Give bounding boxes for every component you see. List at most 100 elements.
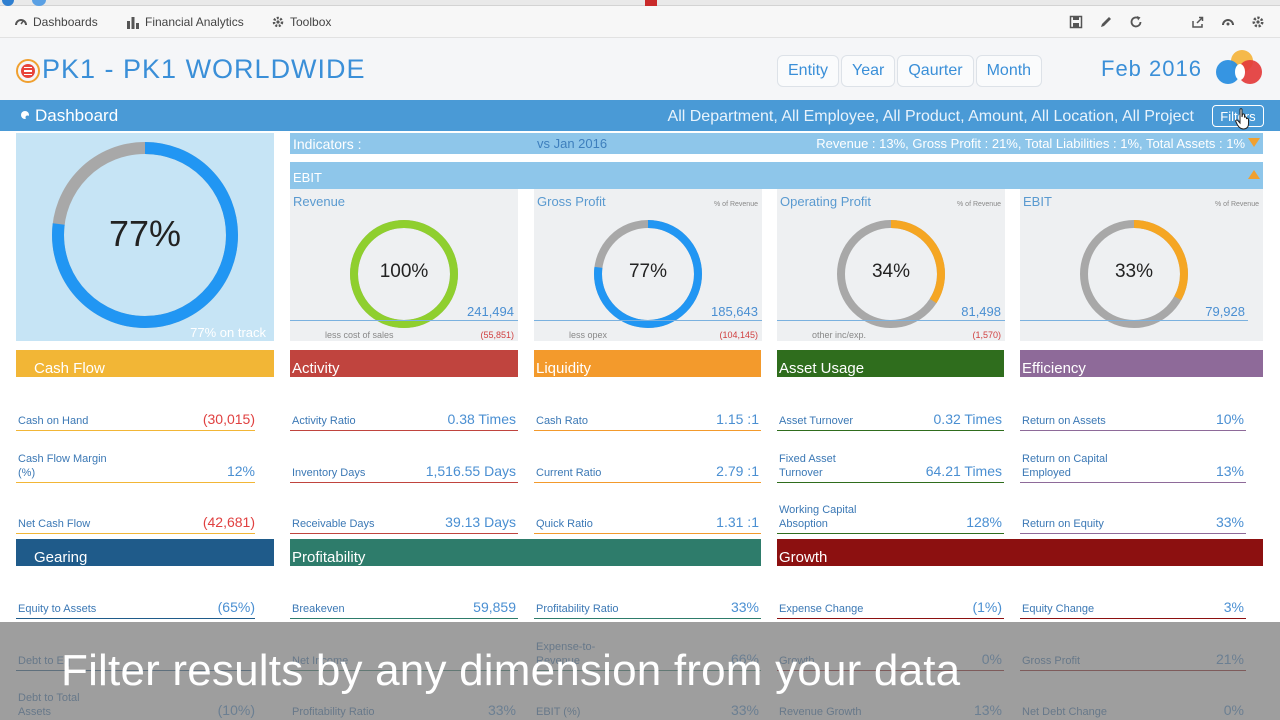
kpi-amount: 81,498 — [961, 304, 1001, 319]
metric-label: Inventory Days — [292, 466, 366, 479]
kpi-title: Operating Profit — [780, 194, 872, 209]
caption-text: Filter results by any dimension from you… — [61, 646, 961, 695]
metric-label: Expense Change — [779, 603, 864, 615]
kpi-card-revenue[interactable]: Revenue 100% 241,494 less cost of sales … — [290, 189, 518, 341]
period-button-quarter[interactable]: Qaurter — [897, 55, 974, 87]
metric-row[interactable]: Activity Ratio 0.38 Times — [290, 379, 518, 431]
metric-label: Fixed Asset Turnover — [779, 452, 836, 479]
metric-value: 39.13 Days — [445, 514, 516, 530]
metric-value: 13% — [1215, 462, 1244, 479]
metric-label: Current Ratio — [536, 466, 602, 479]
metric-row[interactable]: Current Ratio 2.79 :1 — [534, 431, 761, 483]
metric-row[interactable]: Cash Rato 1.15 :1 — [534, 379, 761, 431]
gauge-icon — [15, 19, 27, 26]
metric-value: 2.79 :1 — [716, 462, 759, 479]
metric-row[interactable]: Working Capital Absoption 128% — [777, 482, 1004, 534]
section-liquidity[interactable]: Liquidity — [534, 350, 761, 377]
metric-row[interactable]: Net Cash Flow (42,681) — [0, 482, 274, 534]
settings-icon[interactable] — [1250, 14, 1266, 30]
metric-row[interactable]: Receivable Days 39.13 Days — [290, 482, 518, 534]
warning-arrow-icon[interactable] — [1248, 170, 1260, 179]
metric-row[interactable]: Cash on Hand (30,015) — [0, 379, 274, 431]
speed-icon[interactable] — [1220, 14, 1236, 30]
refresh-icon[interactable] — [1128, 14, 1144, 30]
metric-label: Return on Equity — [1022, 518, 1104, 530]
metric-value: 10% — [1215, 411, 1244, 427]
section-cash-flow[interactable]: Cash Flow — [16, 350, 274, 377]
menu-toolbox[interactable]: Toolbox — [271, 6, 331, 38]
metric-row[interactable]: Quick Ratio 1.31 :1 — [534, 482, 761, 534]
menu-dashboards[interactable]: Dashboards — [14, 6, 98, 38]
period-button-month[interactable]: Month — [975, 55, 1043, 87]
metric-label: Return on Assets — [1022, 415, 1106, 427]
metric-row[interactable]: Equity Change 3% — [1020, 567, 1246, 619]
metric-row[interactable]: Return on Capital Employed 13% — [1020, 431, 1246, 483]
collapse-arrow-icon[interactable] — [1248, 138, 1260, 147]
toolbar-actions — [1068, 6, 1266, 38]
kpi-amount: 241,494 — [467, 304, 514, 319]
section-efficiency[interactable]: Efficiency — [1020, 350, 1263, 377]
filter-summary: All Department, All Employee, All Produc… — [667, 108, 1194, 125]
app-root: Dashboards Financial Analytics Toolbox P… — [0, 0, 1280, 720]
kpi-card-ebit[interactable]: EBIT % of Revenue 33% 79,928 — [1020, 189, 1263, 341]
dashboard-bar: Dashboard All Department, All Employee, … — [0, 100, 1280, 131]
metric-row[interactable]: Expense Change (1%) — [777, 567, 1004, 619]
metric-row[interactable]: Inventory Days 1,516.55 Days — [290, 431, 518, 483]
period-selector: Entity Year Qaurter Month — [777, 55, 1043, 87]
indicators-bar: Indicators : vs Jan 2016 Revenue : 13%, … — [290, 133, 1263, 154]
metric-row[interactable]: Equity to Assets (65%) — [0, 567, 274, 619]
metric-value: (42,681) — [202, 514, 255, 530]
metric-value: 33% — [730, 599, 759, 615]
kpi-note: other inc/exp. — [812, 330, 867, 340]
edit-icon[interactable] — [1098, 14, 1114, 30]
menu-dashboards-label: Dashboards — [33, 15, 98, 29]
metric-row[interactable]: Cash Flow Margin (%) 12% — [0, 431, 274, 483]
hand-cursor-icon — [1235, 108, 1249, 130]
ebit-bar: EBIT — [290, 162, 1263, 189]
metric-value: 0.32 Times — [933, 411, 1002, 427]
metric-label: Activity Ratio — [292, 415, 356, 427]
metric-value: 1.15 :1 — [716, 411, 759, 427]
metric-label: Asset Turnover — [779, 415, 853, 427]
kpi-percent: 77% — [628, 261, 668, 282]
page-title: PK1 - PK1 WORLDWIDE — [42, 54, 366, 84]
period-button-year[interactable]: Year — [841, 55, 896, 87]
kpi-note-value: (104,145) — [719, 330, 758, 340]
save-icon[interactable] — [1068, 14, 1084, 30]
section-growth[interactable]: Growth — [777, 539, 1263, 566]
kpi-divider — [290, 320, 518, 321]
kpi-title: Revenue — [293, 194, 346, 209]
share-icon[interactable] — [1190, 14, 1206, 30]
metric-row[interactable]: Return on Equity 33% — [1020, 482, 1246, 534]
kpi-amount: 79,928 — [1205, 304, 1245, 319]
menu-financial-analytics[interactable]: Financial Analytics — [126, 6, 244, 38]
metric-row[interactable]: Return on Assets 10% — [1020, 379, 1246, 431]
metric-label: Profitability Ratio — [536, 603, 619, 615]
metric-value: 64.21 Times — [925, 462, 1002, 479]
section-profitability[interactable]: Profitability — [290, 539, 761, 566]
kpi-divider — [777, 320, 1005, 321]
menu-toggle-icon[interactable] — [16, 59, 40, 83]
on-track-caption: 77% on track — [190, 325, 266, 340]
kpi-percent: 34% — [871, 261, 911, 282]
metric-label: Breakeven — [292, 603, 345, 615]
kpi-subtitle: % of Revenue — [714, 201, 758, 208]
kpi-card-operating-profit[interactable]: Operating Profit % of Revenue 34% 81,498… — [777, 189, 1005, 341]
metric-row[interactable]: Profitability Ratio 33% — [534, 567, 761, 619]
kpi-card-gross-profit[interactable]: Gross Profit % of Revenue 77% 185,643 le… — [534, 189, 762, 341]
metric-value: 1,516.55 Days — [425, 462, 516, 479]
metric-row[interactable]: Fixed Asset Turnover 64.21 Times — [777, 431, 1004, 483]
period-button-entity[interactable]: Entity — [777, 55, 840, 87]
metric-value: (30,015) — [202, 411, 255, 427]
brand-logo-icon — [1216, 50, 1262, 84]
metric-value: 33% — [1215, 514, 1244, 530]
app-toolbar: Dashboards Financial Analytics Toolbox — [0, 6, 1280, 38]
metric-value: (65%) — [217, 599, 255, 615]
metric-row[interactable]: Breakeven 59,859 — [290, 567, 518, 619]
indicators-label: Indicators : — [293, 136, 362, 152]
section-gearing[interactable]: Gearing — [16, 539, 274, 566]
metric-label: Equity to Assets — [18, 603, 97, 615]
metric-row[interactable]: Asset Turnover 0.32 Times — [777, 379, 1004, 431]
section-activity[interactable]: Activity — [290, 350, 518, 377]
section-asset-usage[interactable]: Asset Usage — [777, 350, 1004, 377]
